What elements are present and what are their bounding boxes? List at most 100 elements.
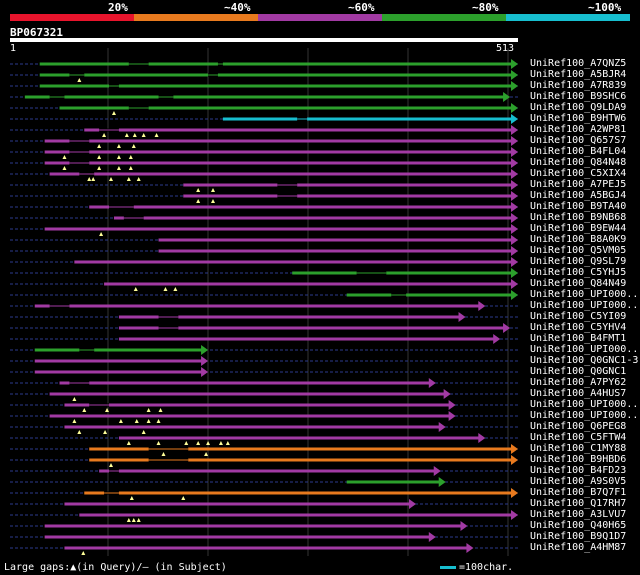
query-gap-marker xyxy=(72,419,77,423)
hit-label[interactable]: UniRef100_Q5VM05 xyxy=(530,245,626,256)
hit-label[interactable]: UniRef100_A7PY62 xyxy=(530,377,626,388)
hit-arrowhead xyxy=(511,169,518,179)
hit-label[interactable]: UniRef100_C1MY88 xyxy=(530,443,626,454)
hit-row xyxy=(10,191,518,203)
query-gap-marker xyxy=(128,166,133,170)
hit-label[interactable]: UniRef100_Q0GNC1-3 xyxy=(530,355,638,366)
hit-label[interactable]: UniRef100_Q9LDA9 xyxy=(530,102,626,113)
hit-label[interactable]: UniRef100_A4HM87 xyxy=(530,542,626,553)
hit-label[interactable]: UniRef100_B9SHC6 xyxy=(530,91,626,102)
hit-arrowhead xyxy=(448,411,456,421)
hit-arrowhead xyxy=(511,103,518,113)
hit-label[interactable]: UniRef100_B9HTW6 xyxy=(530,113,626,124)
query-gap-marker xyxy=(211,188,216,192)
query-gap-marker xyxy=(204,452,209,456)
query-gap-marker xyxy=(99,232,104,236)
hit-label[interactable]: UniRef100_Q40H65 xyxy=(530,520,626,531)
hit-arrowhead xyxy=(428,532,436,542)
hit-row xyxy=(10,224,518,236)
hit-label[interactable]: UniRef100_A7QNZ5 xyxy=(530,58,626,69)
query-gap-marker xyxy=(109,463,114,467)
query-gap-marker xyxy=(163,287,168,291)
hit-row xyxy=(10,202,518,212)
hit-label[interactable]: UniRef100_A2WP81 xyxy=(530,124,626,135)
hit-label[interactable]: UniRef100_UPI000... xyxy=(530,289,640,300)
hit-label[interactable]: UniRef100_Q17RH7 xyxy=(530,498,626,509)
hit-label[interactable]: UniRef100_UPI000... xyxy=(530,399,640,410)
hit-label[interactable]: UniRef100_A7R839 xyxy=(530,80,626,91)
hit-label[interactable]: UniRef100_B9EW44 xyxy=(530,223,626,234)
hit-arrowhead xyxy=(433,466,441,476)
hit-label[interactable]: UniRef100_A5BGJ4 xyxy=(530,190,626,201)
query-gap-marker xyxy=(62,155,67,159)
hit-label[interactable]: UniRef100_A7PEJ5 xyxy=(530,179,626,190)
query-gap-marker xyxy=(91,177,96,181)
hit-arrowhead xyxy=(201,356,209,366)
hit-arrowhead xyxy=(511,510,518,520)
hit-arrowhead xyxy=(409,499,417,509)
hit-label[interactable]: UniRef100_C5FTW4 xyxy=(530,432,626,443)
hit-label[interactable]: UniRef100_B7Q7F1 xyxy=(530,487,626,498)
hit-label[interactable]: UniRef100_Q9SL79 xyxy=(530,256,626,267)
query-gap-marker xyxy=(97,144,102,148)
query-gap-marker xyxy=(126,518,131,522)
hit-row xyxy=(10,411,518,423)
query-gap-marker xyxy=(136,177,141,181)
hit-row xyxy=(10,521,518,531)
query-gap-marker xyxy=(133,287,138,291)
hit-label[interactable]: UniRef100_A5BJR4 xyxy=(530,69,626,80)
hit-label[interactable]: UniRef100_Q84N48 xyxy=(530,157,626,168)
hit-label[interactable]: UniRef100_UPI000... xyxy=(530,300,640,311)
hit-arrowhead xyxy=(428,378,436,388)
hit-label[interactable]: UniRef100_B8A0K9 xyxy=(530,234,626,245)
hit-label[interactable]: UniRef100_UPI000... xyxy=(530,410,640,421)
hit-label[interactable]: UniRef100_C5YI09 xyxy=(530,311,626,322)
hit-label[interactable]: UniRef100_B9HBD6 xyxy=(530,454,626,465)
hit-label[interactable]: UniRef100_C5YHV4 xyxy=(530,322,626,333)
hit-label[interactable]: UniRef100_Q0GNC1 xyxy=(530,366,626,377)
hit-row xyxy=(10,334,518,344)
hit-arrowhead xyxy=(511,114,518,124)
hit-row xyxy=(10,455,518,467)
hit-label[interactable]: UniRef100_B4FD23 xyxy=(530,465,626,476)
hit-row xyxy=(10,246,518,256)
hit-label[interactable]: UniRef100_C5XIX4 xyxy=(530,168,626,179)
hit-arrowhead xyxy=(511,81,518,91)
query-gap-marker xyxy=(141,430,146,434)
hit-row xyxy=(10,499,518,509)
hit-row xyxy=(10,279,518,291)
hit-row xyxy=(10,257,518,267)
query-gap-marker xyxy=(181,496,186,500)
hit-label[interactable]: UniRef100_A9S0V5 xyxy=(530,476,626,487)
hit-label[interactable]: UniRef100_A3LVU7 xyxy=(530,509,626,520)
hit-row xyxy=(10,543,518,555)
query-gap-marker xyxy=(158,408,163,412)
query-gap-marker xyxy=(146,408,151,412)
query-gap-marker xyxy=(82,408,87,412)
hit-row xyxy=(10,422,518,434)
hit-label[interactable]: UniRef100_B4FMT1 xyxy=(530,333,626,344)
query-gap-marker xyxy=(126,441,131,445)
query-gap-marker xyxy=(141,133,146,137)
hit-row xyxy=(10,114,518,124)
hit-arrowhead xyxy=(511,246,518,256)
query-gap-marker xyxy=(173,287,178,291)
query-gap-marker xyxy=(211,199,216,203)
hit-label[interactable]: UniRef100_Q6PEG8 xyxy=(530,421,626,432)
hit-label[interactable]: UniRef100_Q657S7 xyxy=(530,135,626,146)
hit-row xyxy=(10,433,518,445)
hit-label[interactable]: UniRef100_B9Q1D7 xyxy=(530,531,626,542)
hit-label[interactable]: UniRef100_UPI000... xyxy=(530,344,640,355)
hit-row xyxy=(10,290,518,300)
hit-row xyxy=(10,389,518,401)
hit-arrowhead xyxy=(511,180,518,190)
hit-label[interactable]: UniRef100_B9NB68 xyxy=(530,212,626,223)
hit-row xyxy=(10,312,518,322)
hit-row xyxy=(10,147,518,159)
hit-label[interactable]: UniRef100_A4HUS7 xyxy=(530,388,626,399)
hit-label[interactable]: UniRef100_C5YHJ5 xyxy=(530,267,626,278)
hit-label[interactable]: UniRef100_B9TA40 xyxy=(530,201,626,212)
hit-row xyxy=(10,477,518,487)
hit-label[interactable]: UniRef100_B4FL04 xyxy=(530,146,626,157)
hit-label[interactable]: UniRef100_Q84N49 xyxy=(530,278,626,289)
